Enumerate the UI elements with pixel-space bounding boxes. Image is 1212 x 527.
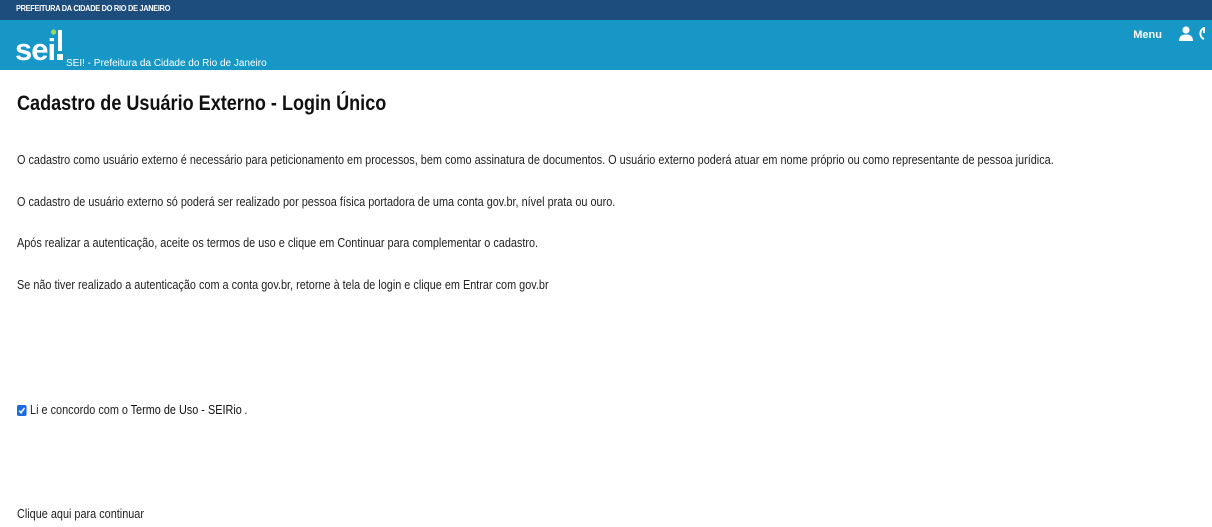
header-subtitle: SEI! - Prefeitura da Cidade do Rio de Ja… (66, 58, 267, 69)
power-icon[interactable] (1198, 25, 1208, 46)
top-government-bar: PREFEITURA DA CIDADE DO RIO DE JANEIRO (0, 0, 1212, 20)
svg-text:sei: sei (15, 32, 55, 64)
menu-button[interactable]: Menu (1133, 29, 1162, 41)
paragraph-govbr-requirement: O cadastro de usuário externo só poderá … (17, 195, 616, 209)
user-icon[interactable] (1178, 25, 1194, 46)
sei-logo[interactable]: sei (14, 26, 64, 64)
terms-of-use-link[interactable]: Termo de Uso - SEIRio (131, 403, 242, 417)
terms-suffix: . (244, 403, 248, 417)
paragraph-not-authenticated: Se não tiver realizado a autenticação co… (17, 278, 549, 292)
header-actions: Menu (1133, 20, 1212, 50)
government-label: PREFEITURA DA CIDADE DO RIO DE JANEIRO (16, 4, 171, 13)
terms-row: Li e concordo com o Termo de Uso - SEIRi… (17, 403, 247, 417)
app-header: sei SEI! - Prefeitura da Cidade do Rio d… (0, 20, 1212, 70)
paragraph-after-auth: Após realizar a autenticação, aceite os … (17, 236, 539, 250)
terms-checkbox[interactable] (17, 404, 27, 416)
continue-link[interactable]: Clique aqui para continuar (17, 507, 144, 521)
page-title: Cadastro de Usuário Externo - Login Únic… (17, 92, 387, 115)
terms-prefix: Li e concordo com o (30, 403, 128, 417)
paragraph-cadastro-info: O cadastro como usuário externo é necess… (17, 153, 1054, 167)
